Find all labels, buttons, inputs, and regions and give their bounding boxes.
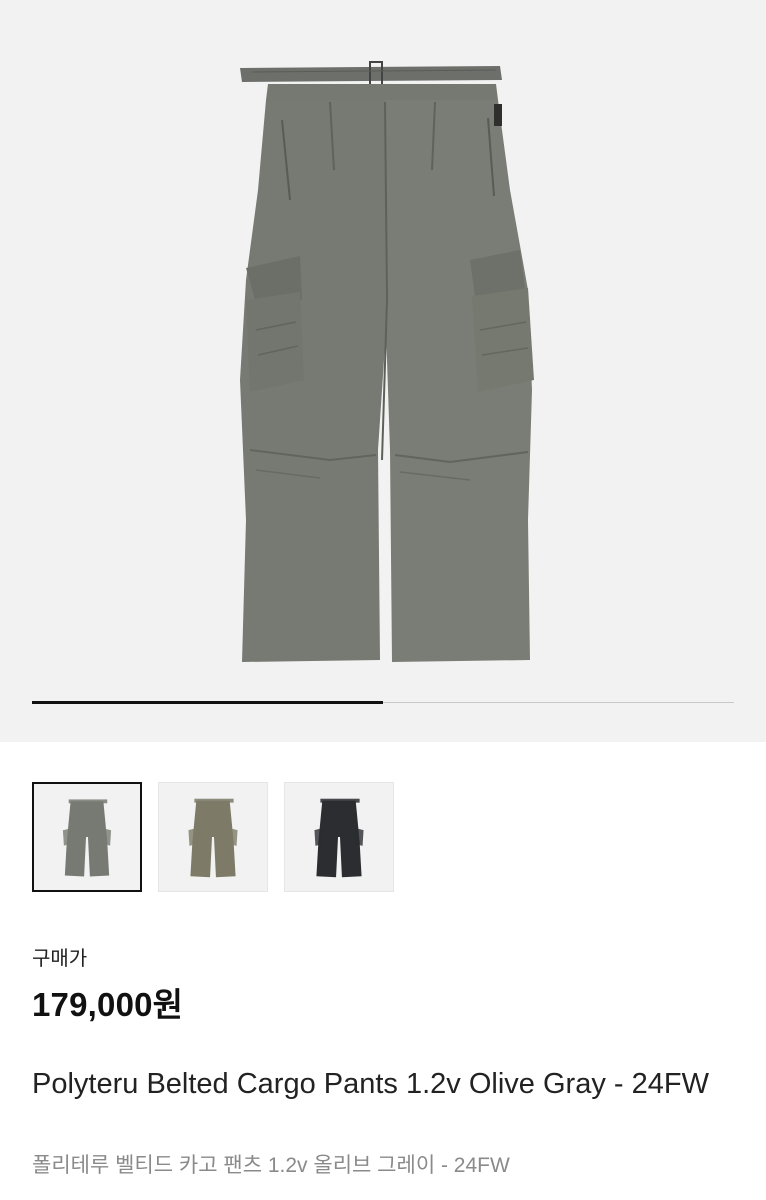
left-cargo-pocket xyxy=(246,256,304,392)
product-image-gallery[interactable] xyxy=(0,0,766,742)
price-value: 179,000원 xyxy=(32,986,184,1023)
product-main-image[interactable] xyxy=(0,0,766,700)
price-label: 구매가 xyxy=(32,948,88,970)
gallery-progress-fill xyxy=(32,701,383,704)
thumbnail-image xyxy=(62,799,112,877)
product-title-english: Polyteru Belted Cargo Pants 1.2v Olive G… xyxy=(32,1068,709,1100)
thumbnail-image xyxy=(188,798,238,878)
thumbnail-image xyxy=(314,798,364,878)
gallery-progress-bar xyxy=(32,701,734,704)
product-title-korean: 폴리테루 벨티드 카고 팬츠 1.2v 올리브 그레이 - 24FW xyxy=(32,1154,510,1177)
thumbnail-list xyxy=(32,782,394,892)
thumbnail-cargo-pants-olive-gray[interactable] xyxy=(32,782,142,892)
thumbnail-cargo-pants-black[interactable] xyxy=(284,782,394,892)
thumbnail-cargo-pants-olive-khaki[interactable] xyxy=(158,782,268,892)
